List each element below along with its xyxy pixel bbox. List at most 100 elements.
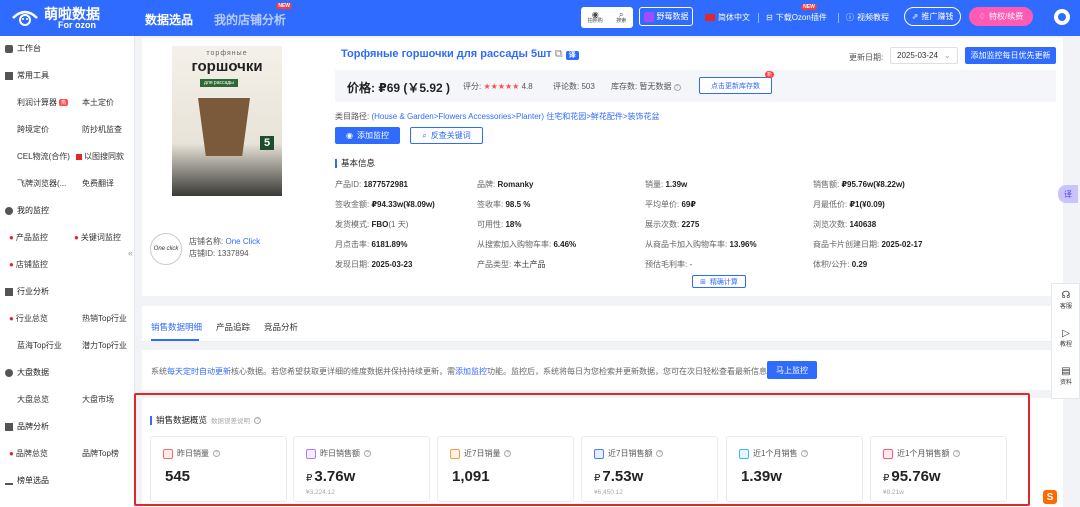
rating-label: 评分:: [463, 82, 482, 91]
add-monitor-button[interactable]: ◉ 添加监控: [335, 127, 400, 144]
tab-my-store-analysis[interactable]: 我的店铺分析 NEW: [214, 3, 293, 28]
sidebar-workbench[interactable]: 工作台: [5, 43, 41, 54]
sidebar-item-brand-top[interactable]: 品牌Top榜: [82, 448, 119, 459]
precise-calc-button[interactable]: ⊞ 精确计算: [692, 275, 746, 288]
product-image[interactable]: торфяные горшочки для рассады 5: [172, 46, 282, 196]
sidebar-item-translate[interactable]: 免费翻译: [82, 178, 114, 189]
sidebar-item-profit-calc[interactable]: 利润计算器热: [17, 97, 69, 108]
category-link[interactable]: (House & Garden>Flowers Accessories>Plan…: [371, 112, 659, 121]
copy-icon[interactable]: ⧉: [555, 48, 563, 60]
sidebar-item-local-pricing[interactable]: 本土定价: [82, 97, 114, 108]
info-value: 2025-02-17: [881, 240, 923, 249]
sidebar-item-cel-logistics[interactable]: CEL物流(合作): [17, 151, 70, 162]
sidebar-item-market-overview[interactable]: 大盘总览: [17, 394, 49, 405]
info-cell: 从商品卡加入购物车率: 13.96%: [645, 239, 757, 250]
shop-name-label: 店铺名称:: [189, 237, 224, 246]
shop-name-link[interactable]: One Click: [225, 237, 260, 246]
image-text-sub: для рассады: [200, 79, 238, 87]
translate-float-button[interactable]: 译: [1058, 185, 1078, 203]
keyword-monitor-label: 关键词监控: [80, 233, 121, 242]
notice-prefix: 系统: [151, 367, 167, 376]
sidebar-item-blue-ocean[interactable]: 蓝海Top行业: [17, 340, 62, 351]
logo[interactable]: 萌啦数据 For ozon: [10, 5, 100, 31]
highlight-box: [134, 393, 1030, 506]
category-path: 类目路径: (House & Garden>Flowers Accessorie…: [335, 111, 660, 122]
info-value: 1877572981: [363, 180, 408, 189]
download-plugin-link[interactable]: ⊟ 下载Ozon插件 NEW: [766, 4, 827, 23]
vip-renew-button[interactable]: ♢ 特权/续费: [969, 7, 1033, 26]
sidebar-item-browser[interactable]: 飞牌浏览器(...: [17, 178, 66, 189]
wild-data-button[interactable]: 野莓数据: [639, 7, 693, 26]
reverse-keyword-button[interactable]: ⌕ 反查关键词: [410, 127, 483, 144]
market-data-label: 大盘数据: [17, 368, 49, 377]
tutorial-button[interactable]: ▷ 教程: [1052, 328, 1080, 348]
info-key: 产品ID:: [335, 180, 362, 189]
sidebar-item-brand-overview[interactable]: ● 品牌总览: [9, 448, 48, 459]
info-cell: 月点击率: 6181.89%: [335, 239, 408, 250]
update-date-select[interactable]: 2025-03-24 ⌄: [890, 47, 958, 64]
price-label: 价格:: [347, 81, 375, 95]
review-count: 评论数: 503: [553, 82, 595, 91]
play-icon: ▷: [1062, 328, 1070, 339]
translate-button[interactable]: 译: [565, 51, 579, 60]
photo-search-button[interactable]: ◉ 拍照购: [588, 11, 603, 24]
promo-label: 推广赚钱: [921, 12, 954, 21]
sidebar-item-store-monitor[interactable]: ● 店铺监控: [9, 259, 48, 270]
info-extra: (1 天): [388, 220, 409, 229]
sidebar-common-tools[interactable]: 常用工具: [5, 70, 49, 81]
shop-logo[interactable]: One click: [150, 233, 182, 265]
sidebar-item-keyword-monitor[interactable]: ● 关键词监控: [74, 232, 121, 243]
search-button[interactable]: ⌕ 搜索: [616, 11, 626, 24]
tab-data-selection[interactable]: 数据选品: [145, 11, 193, 28]
industry-label: 行业分析: [17, 287, 49, 296]
materials-button[interactable]: ▤ 资料: [1052, 366, 1080, 386]
info-key: 从搜索加入购物车率:: [477, 240, 552, 249]
fire-icon: ●: [9, 449, 14, 458]
info-cell: 可用性: 18%: [477, 219, 521, 230]
update-stock-button[interactable]: 点击更新库存数: [699, 77, 772, 94]
my-monitor-label: 我的监控: [17, 206, 49, 215]
info-cell: 浏览次数: 140638: [813, 219, 876, 230]
collapse-sidebar-icon[interactable]: «: [128, 248, 133, 258]
customer-service-button[interactable]: ☊ 客服: [1052, 290, 1080, 310]
tab-product-tracking[interactable]: 产品追踪: [216, 321, 250, 333]
add-monitor-daily-button[interactable]: 添加监控每日优先更新: [965, 47, 1056, 64]
sidebar-item-market[interactable]: 大盘市场: [82, 394, 114, 405]
berry-icon: [643, 11, 654, 22]
headset-icon: ☊: [1061, 290, 1071, 301]
language-switch[interactable]: 简体中文: [705, 12, 750, 23]
search-label: 搜索: [616, 18, 627, 24]
tab-competitor-analysis[interactable]: 竞品分析: [264, 321, 298, 333]
profit-calc-label: 利润计算器: [17, 98, 57, 107]
sidebar-item-hot-top[interactable]: 热销Top行业: [82, 313, 127, 324]
sidebar-rank-selection[interactable]: 榜单选品: [5, 475, 49, 486]
notice-link-add-monitor[interactable]: 添加监控: [455, 367, 487, 376]
sidebar-item-potential-top[interactable]: 潜力Top行业: [82, 340, 127, 351]
info-value: 1.39w: [665, 180, 688, 189]
info-value: 69₽: [681, 200, 696, 209]
info-key: 体积/公升:: [813, 260, 850, 269]
product-title[interactable]: Торфяные горшочки для рассады 5шт ⧉ 译: [341, 48, 579, 61]
heading-marker: [335, 158, 337, 168]
info-key: 浏览次数:: [813, 220, 848, 229]
sidebar-item-cross-pricing[interactable]: 跨境定价: [17, 124, 49, 135]
info-cell: 产品ID: 1877572981: [335, 179, 408, 190]
sidebar-item-anti-copy[interactable]: 防抄机监查: [82, 124, 122, 135]
sidebar-industry[interactable]: 行业分析: [5, 286, 49, 297]
quick-tools: ◉ 拍照购 ⌕ 搜索: [581, 7, 633, 28]
sidebar-item-image-search[interactable]: 以图搜同款: [76, 151, 124, 162]
monitor-now-button[interactable]: 马上监控: [767, 361, 817, 379]
sidebar-item-product-monitor[interactable]: ● 产品监控: [9, 232, 48, 243]
sidebar-my-monitor[interactable]: 我的监控: [5, 205, 49, 216]
sidebar-market-data[interactable]: 大盘数据: [5, 367, 49, 378]
video-tutorial-link[interactable]: ⓘ 视频教程: [846, 12, 889, 23]
tab-sales-detail[interactable]: 销售数据明细: [151, 321, 202, 333]
help-icon: ⓘ: [846, 13, 854, 22]
sidebar-brand[interactable]: 品牌分析: [5, 421, 49, 432]
search-icon: ⌕: [422, 130, 427, 140]
sidebar-item-industry-overview[interactable]: ● 行业总览: [9, 313, 48, 324]
store-monitor-label: 店铺监控: [15, 260, 48, 269]
user-avatar[interactable]: [1054, 9, 1070, 25]
promo-earn-button[interactable]: ⇗ 推广赚钱: [904, 7, 961, 26]
ime-icon[interactable]: S: [1043, 490, 1057, 504]
